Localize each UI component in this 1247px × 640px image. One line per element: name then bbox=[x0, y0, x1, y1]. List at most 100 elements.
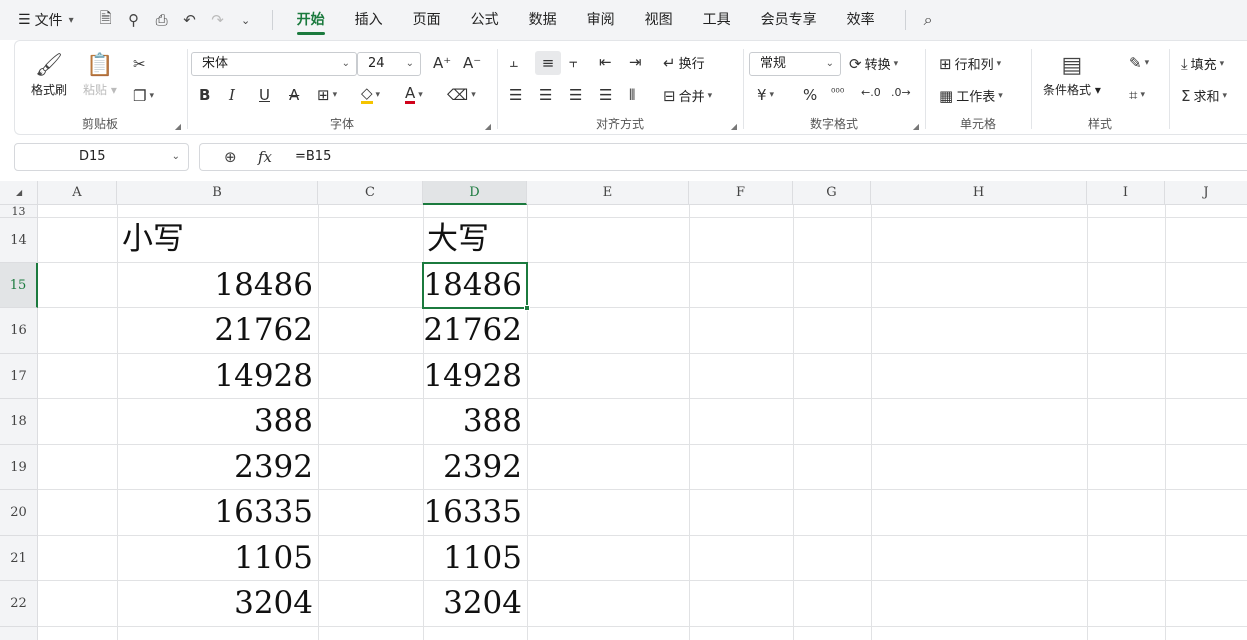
row-header-22[interactable]: 22 bbox=[0, 581, 38, 627]
dialog-launcher-icon[interactable]: ◢ bbox=[485, 122, 491, 131]
file-menu[interactable]: ☰ 文件 ▾ bbox=[0, 0, 74, 40]
cell-b14[interactable]: 小写 bbox=[122, 217, 184, 262]
tab-data[interactable]: 数据 bbox=[517, 0, 569, 40]
tab-insert[interactable]: 插入 bbox=[343, 0, 395, 40]
column-header-j[interactable]: J bbox=[1165, 181, 1247, 205]
column-header-b[interactable]: B bbox=[117, 181, 318, 205]
column-header-h[interactable]: H bbox=[871, 181, 1087, 205]
cell-b15[interactable]: 18486 bbox=[117, 263, 313, 308]
strikethrough-button[interactable]: A bbox=[289, 86, 299, 104]
clear-format-button[interactable]: ⌫ ▾ bbox=[447, 86, 476, 104]
fill-button[interactable]: ⤓ 填充 ▾ bbox=[1181, 54, 1224, 74]
tab-tools[interactable]: 工具 bbox=[691, 0, 743, 40]
column-header-f[interactable]: F bbox=[689, 181, 793, 205]
number-format-select[interactable]: 常规 ⌄ bbox=[749, 52, 841, 76]
cell-b18[interactable]: 388 bbox=[117, 399, 313, 444]
convert-button[interactable]: ⟳ 转换 ▾ bbox=[849, 54, 898, 74]
font-name-select[interactable]: 宋体 ⌄ bbox=[191, 52, 357, 76]
tab-home[interactable]: 开始 bbox=[285, 0, 337, 40]
cell-b17[interactable]: 14928 bbox=[117, 354, 313, 399]
rows-cols-button[interactable]: ⊞ 行和列 ▾ bbox=[939, 54, 1001, 74]
align-middle-button[interactable]: ≡ bbox=[535, 51, 561, 75]
increase-font-button[interactable]: A⁺ bbox=[433, 54, 451, 72]
dialog-launcher-icon[interactable]: ◢ bbox=[913, 122, 919, 131]
paste-button[interactable]: 📋 粘贴 ▾ bbox=[83, 51, 117, 98]
tab-efficiency[interactable]: 效率 bbox=[835, 0, 887, 40]
cell-d21[interactable]: 1105 bbox=[423, 536, 522, 581]
select-all-corner[interactable]: ◢ bbox=[0, 181, 38, 205]
column-header-d[interactable]: D bbox=[423, 181, 527, 205]
tab-formula[interactable]: 公式 bbox=[459, 0, 511, 40]
dialog-launcher-icon[interactable]: ◢ bbox=[731, 122, 737, 131]
border-button[interactable]: ⊞ ▾ bbox=[317, 86, 337, 104]
tab-member[interactable]: 会员专享 bbox=[749, 0, 829, 40]
row-header-20[interactable]: 20 bbox=[0, 490, 38, 536]
conditional-format-button[interactable]: ▤ 条件格式 ▾ bbox=[1043, 51, 1101, 98]
format-painter-button[interactable]: 🖌 格式刷 bbox=[31, 51, 67, 98]
row-header-19[interactable]: 19 bbox=[0, 445, 38, 490]
cell-d22[interactable]: 3204 bbox=[423, 581, 522, 626]
tab-view[interactable]: 视图 bbox=[633, 0, 685, 40]
row-header-17[interactable]: 17 bbox=[0, 354, 38, 399]
row-header-16[interactable]: 16 bbox=[0, 308, 38, 354]
decrease-font-button[interactable]: A⁻ bbox=[463, 54, 481, 72]
tab-page[interactable]: 页面 bbox=[401, 0, 453, 40]
percent-button[interactable]: % bbox=[803, 86, 817, 104]
cell-d19[interactable]: 2392 bbox=[423, 445, 522, 490]
cell-style-button[interactable]: ✎ ▾ bbox=[1129, 54, 1149, 72]
cell-d18[interactable]: 388 bbox=[423, 399, 522, 444]
decrease-indent-button[interactable]: ⇤ bbox=[599, 53, 612, 71]
column-header-g[interactable]: G bbox=[793, 181, 871, 205]
save-icon[interactable]: 🗎 bbox=[92, 8, 120, 33]
font-size-select[interactable]: 24 ⌄ bbox=[357, 52, 421, 76]
name-box[interactable]: D15 ⌄ bbox=[14, 143, 189, 171]
copy-button[interactable]: ❐ ▾ bbox=[133, 87, 154, 105]
merge-button[interactable]: ⊟ 合并 ▾ bbox=[663, 86, 712, 106]
currency-button[interactable]: ¥ ▾ bbox=[757, 86, 774, 104]
cell-d17[interactable]: 14928 bbox=[423, 354, 522, 399]
column-header-i[interactable]: I bbox=[1087, 181, 1165, 205]
fill-color-button[interactable]: ◇ ▾ bbox=[361, 86, 380, 104]
justify-button[interactable]: ☰ bbox=[599, 86, 612, 104]
increase-decimal-button[interactable]: ←.0 bbox=[861, 86, 881, 99]
row-header-13[interactable]: 13 bbox=[0, 205, 38, 218]
more-chevron-icon[interactable]: ⌄ bbox=[232, 14, 260, 27]
row-header-18[interactable]: 18 bbox=[0, 399, 38, 445]
bold-button[interactable]: B bbox=[199, 86, 210, 104]
cell-b21[interactable]: 1105 bbox=[117, 536, 313, 581]
table-style-button[interactable]: ⌗ ▾ bbox=[1129, 86, 1145, 104]
cell-b20[interactable]: 16335 bbox=[117, 490, 313, 535]
thousands-button[interactable]: ⁰⁰⁰ bbox=[831, 86, 844, 99]
redo-icon[interactable]: ↷ bbox=[204, 11, 232, 29]
share-link-icon[interactable]: ⚲ bbox=[120, 11, 148, 29]
cell-d20[interactable]: 16335 bbox=[423, 490, 522, 535]
cell-b16[interactable]: 21762 bbox=[117, 308, 313, 353]
increase-indent-button[interactable]: ⇥ bbox=[629, 53, 642, 71]
column-header-e[interactable]: E bbox=[527, 181, 689, 205]
align-bottom-button[interactable]: ⫟ bbox=[569, 53, 578, 71]
font-color-button[interactable]: A ▾ bbox=[405, 86, 423, 104]
formula-bar[interactable]: ⊕ fx =B15 bbox=[199, 143, 1247, 171]
cell-b19[interactable]: 2392 bbox=[117, 445, 313, 490]
zoom-icon[interactable]: ⊕ bbox=[224, 148, 237, 166]
column-header-c[interactable]: C bbox=[318, 181, 423, 205]
underline-button[interactable]: U bbox=[259, 86, 270, 104]
cut-button[interactable]: ✂ bbox=[133, 55, 146, 73]
print-preview-icon[interactable]: ⎙ bbox=[148, 11, 176, 29]
decrease-decimal-button[interactable]: .0→ bbox=[891, 86, 911, 99]
italic-button[interactable]: I bbox=[229, 86, 235, 104]
fill-handle[interactable] bbox=[524, 305, 530, 311]
fx-icon[interactable]: fx bbox=[258, 148, 272, 166]
align-right-button[interactable]: ☰ bbox=[569, 86, 582, 104]
row-header-14[interactable]: 14 bbox=[0, 218, 38, 263]
row-header-15[interactable]: 15 bbox=[0, 263, 38, 308]
undo-icon[interactable]: ↶ bbox=[176, 11, 204, 29]
worksheet-button[interactable]: ▦ 工作表 ▾ bbox=[939, 86, 1003, 106]
align-top-button[interactable]: ⫠ bbox=[509, 53, 518, 71]
search-icon[interactable]: ⌕ bbox=[924, 10, 933, 30]
cell-grid[interactable]: 小写 大写 18486 21762 14928 388 2392 16335 1… bbox=[38, 205, 1247, 640]
tab-review[interactable]: 审阅 bbox=[575, 0, 627, 40]
cell-d16[interactable]: 21762 bbox=[423, 308, 522, 353]
wrap-text-button[interactable]: ↵ 换行 bbox=[663, 53, 705, 73]
formula-input[interactable]: =B15 bbox=[295, 149, 331, 164]
